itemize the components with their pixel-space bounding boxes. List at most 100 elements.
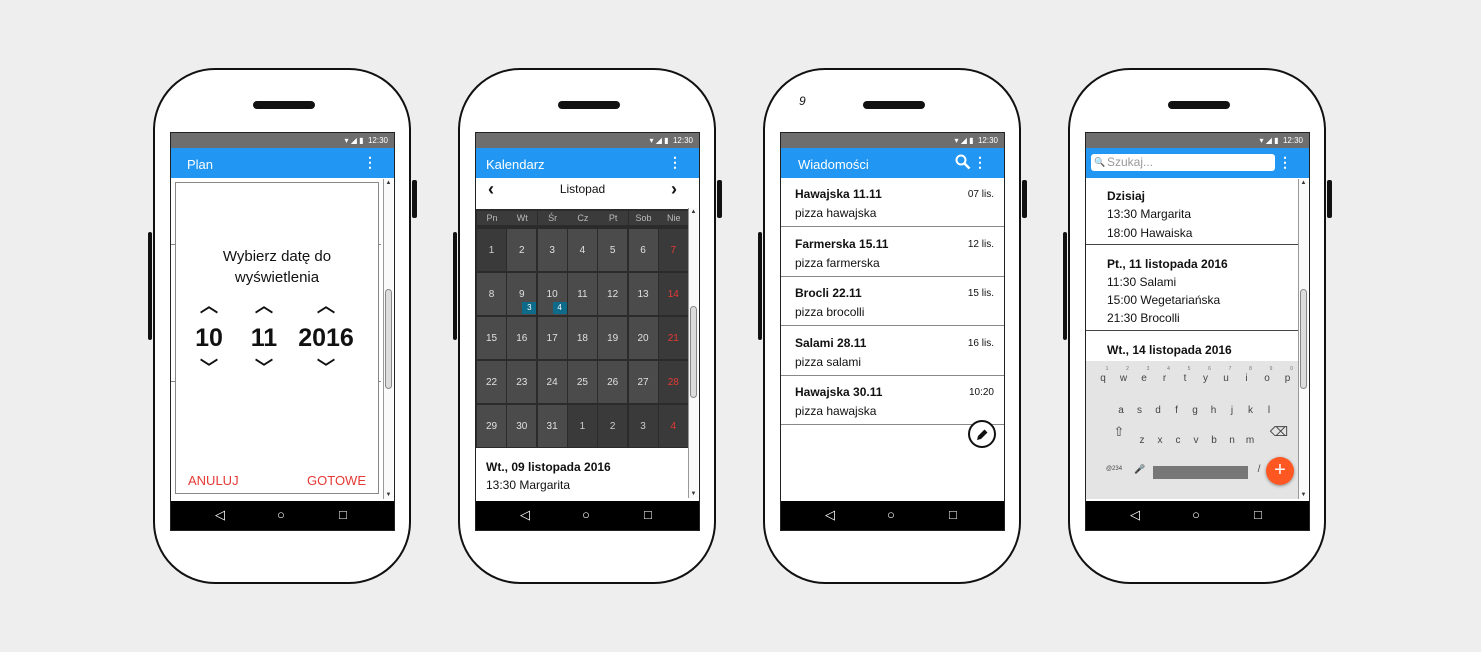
scroll-up-icon[interactable]: ▲ xyxy=(1299,179,1308,187)
recent-apps-icon[interactable]: □ xyxy=(1254,508,1262,522)
scroll-thumb[interactable] xyxy=(690,306,697,398)
symbols-key[interactable]: @234 xyxy=(1102,466,1126,472)
calendar-day[interactable]: 26 xyxy=(598,361,629,404)
space-key[interactable] xyxy=(1153,466,1248,479)
year-down-icon[interactable]: ﹀ xyxy=(296,359,356,377)
scroll-up-icon[interactable]: ▲ xyxy=(689,208,698,216)
key-k[interactable]: k xyxy=(1244,405,1258,416)
back-icon[interactable]: ◁ xyxy=(1130,508,1140,522)
calendar-day[interactable]: 7 xyxy=(658,229,689,272)
calendar-day[interactable]: 13 xyxy=(628,273,659,316)
more-menu-icon[interactable]: ⋮ xyxy=(363,155,377,169)
key-h[interactable]: h xyxy=(1207,405,1221,416)
message-item[interactable]: Brocli 22.11 pizza brocolli 15 lis. xyxy=(781,277,1004,326)
calendar-day[interactable]: 30 xyxy=(507,405,538,448)
prev-month-icon[interactable]: ‹ xyxy=(488,179,494,199)
year-up-icon[interactable]: ︿ xyxy=(296,297,356,315)
key-v[interactable]: v xyxy=(1189,435,1203,446)
key-s[interactable]: s xyxy=(1133,405,1147,416)
cancel-button[interactable]: ANULUJ xyxy=(188,473,239,488)
key-c[interactable]: c xyxy=(1171,435,1185,446)
back-icon[interactable]: ◁ xyxy=(215,508,225,522)
calendar-day[interactable]: 29 xyxy=(477,405,507,448)
calendar-day[interactable]: 12 xyxy=(598,273,629,316)
calendar-day[interactable]: 4 xyxy=(658,405,689,448)
key-t[interactable]: t xyxy=(1178,373,1192,384)
key-m[interactable]: m xyxy=(1243,435,1257,446)
scroll-thumb[interactable] xyxy=(1300,289,1307,389)
key-i[interactable]: i xyxy=(1240,373,1254,384)
message-item[interactable]: Hawajska 30.11 pizza hawajska 10:20 xyxy=(781,376,1004,425)
calendar-day[interactable]: 27 xyxy=(628,361,659,404)
calendar-day[interactable]: 22 xyxy=(477,361,507,404)
calendar-day[interactable]: 16 xyxy=(507,317,538,360)
home-icon[interactable]: ○ xyxy=(887,508,895,522)
calendar-day[interactable]: 8 xyxy=(477,273,507,316)
result-group[interactable]: Pt., 11 listopada 2016 11:30 Salami 15:0… xyxy=(1086,245,1298,331)
key-p[interactable]: p xyxy=(1281,373,1295,384)
key-y[interactable]: y xyxy=(1199,373,1213,384)
search-input[interactable]: 🔍 Szukaj... xyxy=(1091,154,1275,171)
month-up-icon[interactable]: ︿ xyxy=(249,297,279,315)
search-icon[interactable] xyxy=(955,154,971,175)
key-e[interactable]: e xyxy=(1137,373,1151,384)
key-o[interactable]: o xyxy=(1260,373,1274,384)
scrollbar[interactable]: ▲ ▼ xyxy=(1298,179,1308,499)
key-x[interactable]: x xyxy=(1153,435,1167,446)
more-menu-icon[interactable]: ⋮ xyxy=(668,155,682,169)
key-b[interactable]: b xyxy=(1207,435,1221,446)
key-r[interactable]: r xyxy=(1158,373,1172,384)
calendar-day[interactable]: 15 xyxy=(477,317,507,360)
shift-key-icon[interactable]: ⇧ xyxy=(1112,424,1126,440)
back-icon[interactable]: ◁ xyxy=(520,508,530,522)
scrollbar[interactable]: ▲ ▼ xyxy=(383,179,393,499)
calendar-day[interactable]: 14 xyxy=(658,273,689,316)
home-icon[interactable]: ○ xyxy=(582,508,590,522)
next-month-icon[interactable]: › xyxy=(671,179,677,199)
key-n[interactable]: n xyxy=(1225,435,1239,446)
more-menu-icon[interactable]: ⋮ xyxy=(973,155,987,169)
slash-key[interactable]: / xyxy=(1252,464,1266,475)
calendar-day[interactable]: 3 xyxy=(537,229,568,272)
day-down-icon[interactable]: ﹀ xyxy=(194,359,224,377)
month-down-icon[interactable]: ﹀ xyxy=(249,359,279,377)
key-j[interactable]: j xyxy=(1225,405,1239,416)
calendar-day[interactable]: 25 xyxy=(567,361,598,404)
key-f[interactable]: f xyxy=(1170,405,1184,416)
key-q[interactable]: q xyxy=(1096,373,1110,384)
scroll-down-icon[interactable]: ▼ xyxy=(689,490,698,498)
scrollbar[interactable]: ▲ ▼ xyxy=(688,208,698,498)
done-button[interactable]: GOTOWE xyxy=(307,473,366,488)
calendar-day[interactable]: 1 xyxy=(567,405,598,448)
calendar-day[interactable]: 5 xyxy=(598,229,629,272)
calendar-day[interactable]: 6 xyxy=(628,229,659,272)
mic-key-icon[interactable]: 🎤 xyxy=(1133,464,1147,475)
key-g[interactable]: g xyxy=(1188,405,1202,416)
calendar-day[interactable]: 1 xyxy=(477,229,507,272)
key-a[interactable]: a xyxy=(1114,405,1128,416)
home-icon[interactable]: ○ xyxy=(1192,508,1200,522)
calendar-day[interactable]: 31 xyxy=(537,405,568,448)
day-up-icon[interactable]: ︿ xyxy=(194,297,224,315)
recent-apps-icon[interactable]: □ xyxy=(949,508,957,522)
message-item[interactable]: Hawajska 11.11 pizza hawajska 07 lis. xyxy=(781,178,1004,227)
calendar-day[interactable]: 20 xyxy=(628,317,659,360)
calendar-day[interactable]: 19 xyxy=(598,317,629,360)
calendar-day[interactable]: 11 xyxy=(567,273,598,316)
back-icon[interactable]: ◁ xyxy=(825,508,835,522)
edit-icon[interactable] xyxy=(968,420,996,448)
key-w[interactable]: w xyxy=(1117,373,1131,384)
calendar-day[interactable]: 28 xyxy=(658,361,689,404)
calendar-day[interactable]: 21 xyxy=(658,317,689,360)
calendar-day[interactable]: 2 xyxy=(598,405,629,448)
key-l[interactable]: l xyxy=(1262,405,1276,416)
key-u[interactable]: u xyxy=(1219,373,1233,384)
recent-apps-icon[interactable]: □ xyxy=(644,508,652,522)
backspace-key-icon[interactable]: ⌫ xyxy=(1269,424,1289,440)
scroll-thumb[interactable] xyxy=(385,289,392,389)
add-button[interactable]: + xyxy=(1266,457,1294,485)
home-icon[interactable]: ○ xyxy=(277,508,285,522)
key-d[interactable]: d xyxy=(1151,405,1165,416)
result-group[interactable]: Dzisiaj 13:30 Margarita 18:00 Hawaiska xyxy=(1086,178,1298,245)
message-item[interactable]: Farmerska 15.11 pizza farmerska 12 lis. xyxy=(781,228,1004,277)
